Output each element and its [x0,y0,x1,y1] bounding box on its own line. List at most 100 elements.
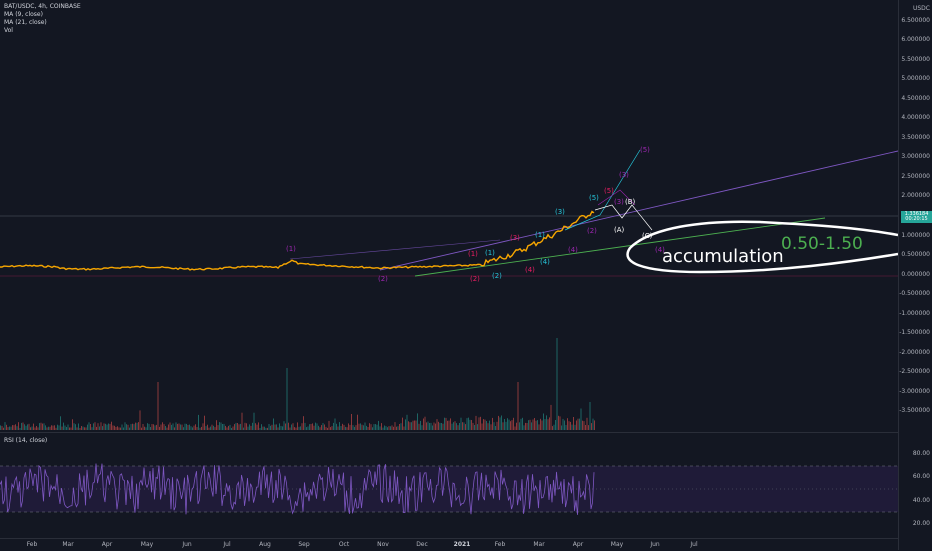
volume-bar [211,424,213,430]
price-tick: 2.000000 [901,192,930,199]
wave-label: (5) [604,187,614,195]
volume-bar [244,422,246,430]
volume-bar [88,422,90,430]
volume-bar [495,426,496,430]
current-price-badge[interactable]: 1.336184 00:20:15 [901,211,932,223]
volume-bar [97,423,99,430]
volume-bar [84,427,85,430]
wave-label: (3) [555,208,565,216]
volume-bar [150,427,151,430]
wave-label: (4) [540,258,550,266]
volume-bar [343,424,345,430]
volume-bar [528,420,529,430]
time-axis[interactable]: Feb Mar Apr May Jun Jul Aug Sep Oct Nov … [0,538,898,551]
volume-bar [385,426,387,430]
volume-bar [459,423,460,430]
price-tick: 5.000000 [901,75,930,82]
wave-label: (5) [589,194,599,202]
volume-bar [351,414,352,430]
volume-bar [69,427,70,430]
volume-bar [153,424,154,430]
time-tick: Feb [26,541,38,548]
volume-bar [144,426,145,430]
volume-bar [106,424,108,430]
volume-bar [90,424,91,430]
volume-bar [373,424,375,430]
volume-bar [264,426,265,430]
volume-bar [336,423,337,430]
volume-bar [469,419,471,430]
volume-bar [324,424,325,430]
volume-bar [405,419,406,430]
volume-bar [301,423,303,430]
volume-bar [192,427,193,430]
volume-bar [94,422,96,430]
volume-bar [444,417,445,430]
volume-bar [100,422,102,430]
volume-bar [0,425,1,430]
wave-label: (2) [587,227,597,235]
volume-bar [571,424,573,430]
volume-bar [175,422,177,430]
volume-bar [586,417,588,430]
volume-bar [271,424,273,430]
volume-bar [498,415,499,430]
volume-bar [492,417,493,430]
volume-bar [13,425,15,430]
volume-bar [465,424,466,430]
price-tick: 0.000000 [901,271,930,278]
volume-bar [171,424,172,430]
volume-bar [396,426,397,430]
volume-bar [450,418,451,430]
volume-bar [33,423,34,430]
volume-bar [327,427,328,430]
price-tick: 0.500000 [901,251,930,258]
wave-label: (1) [535,231,545,239]
volume-bar [46,427,48,430]
volume-bar [166,427,168,430]
volume-bar [475,415,477,430]
volume-bar [529,419,531,430]
wave-label: (2) [378,275,388,283]
pane-separator[interactable] [0,432,898,433]
volume-bar [286,368,288,430]
volume-bar [478,417,480,430]
volume-bar [238,424,240,430]
volume-bar [300,426,301,430]
volume-bar [577,418,579,430]
volume-bar [438,421,439,430]
volume-bar [445,417,447,430]
volume-bar [93,423,94,430]
volume-bar [109,423,111,430]
volume-bar [415,420,417,430]
chart-canvas[interactable]: (1) (2) (1) (2) (3) (4) (1) (2) (3) (4) … [0,0,898,550]
volume-bar [558,415,559,430]
volume-bar [198,414,199,430]
volume-bar [513,417,514,430]
volume-bar [285,423,286,430]
volume-bar [322,423,324,430]
volume-bar [4,422,6,430]
volume-bar [6,424,7,430]
volume-bar [79,428,81,430]
price-axis[interactable]: USDC 6.500000 6.000000 5.500000 5.000000… [898,0,932,550]
price-tick: 6.000000 [901,36,930,43]
volume-bar [340,426,342,430]
volume-bar [321,425,322,430]
volume-bar [426,422,427,430]
volume-bar [355,425,357,430]
volume-bar [229,424,231,430]
volume-bar [18,422,19,430]
volume-bar [408,421,409,430]
volume-bar [349,424,351,430]
volume-bar [318,425,319,430]
rsi-tick: 80.00 [912,450,930,457]
volume-bar [555,420,556,430]
volume-bar [196,427,198,430]
volume-bar [51,425,52,430]
volume-bar [345,426,346,430]
volume-bar [208,427,210,430]
volume-bar [309,424,310,430]
volume-bar [63,422,64,430]
volume-bar [189,424,190,430]
